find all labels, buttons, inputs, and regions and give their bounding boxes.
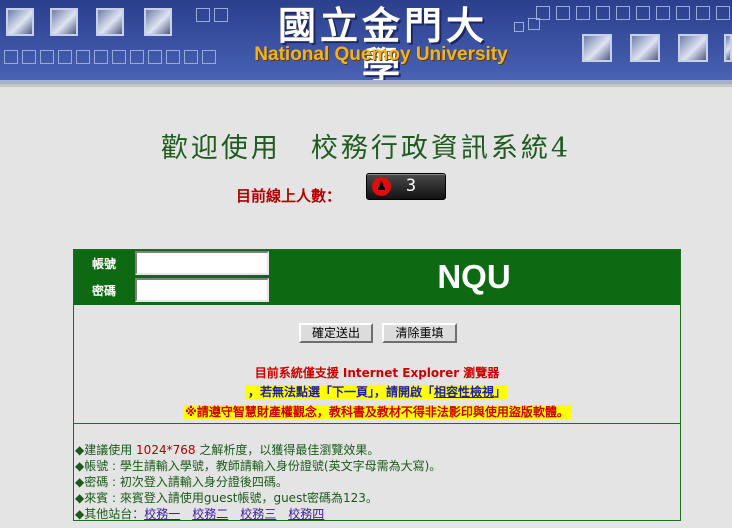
online-users-label: 目前線上人數： <box>236 187 342 205</box>
decor-square <box>616 6 630 20</box>
decor-square <box>696 6 710 20</box>
submit-button[interactable]: 確定送出 <box>299 323 373 343</box>
ip-warning: ※請遵守智慧財產權觀念，教科書及教材不得非法影印與使用盜版軟體。 <box>74 404 680 420</box>
decor-square <box>556 6 570 20</box>
account-input[interactable] <box>135 251 269 275</box>
resolution-value: 1024*768 <box>136 443 196 457</box>
campus-photo <box>6 8 34 36</box>
decor-square <box>58 50 72 64</box>
university-logo-chinese: 國立金門大學 <box>277 3 488 81</box>
decor-square <box>214 8 228 22</box>
decor-square <box>166 50 180 64</box>
resolution-prefix: ◆建議使用 <box>75 443 137 457</box>
decor-square <box>576 6 590 20</box>
decor-square <box>196 8 210 22</box>
password-label: 密碼 <box>92 284 117 298</box>
university-logo-english: National Quemoy University <box>254 44 508 65</box>
login-panel: 帳號 密碼 NQU 確定送出 清除重填 目前系統僅支援 Internet Exp… <box>73 249 681 521</box>
site-link-1[interactable]: 校務一 <box>144 507 180 521</box>
decor-square <box>148 50 162 64</box>
campus-photo <box>50 8 78 36</box>
page-title: 歡迎使用 校務行政資訊系統4 <box>160 133 572 164</box>
guest-tip: ◆來賓 : 來賓登入請使用guest帳號，guest密碼為123。 <box>75 491 378 505</box>
campus-photo <box>144 8 172 36</box>
password-input[interactable] <box>135 278 269 302</box>
university-banner: 國立金門大學 National Quemoy University <box>0 0 732 80</box>
other-sites-label: ◆其他站台： <box>75 507 145 521</box>
campus-photo <box>582 34 612 62</box>
login-form-bar: 帳號 密碼 NQU <box>74 250 680 305</box>
decor-square <box>716 6 730 20</box>
browser-support-notice: 目前系統僅支援 Internet Explorer 瀏覽器 <box>254 366 500 380</box>
decor-square <box>676 6 690 20</box>
resolution-suffix: 之解析度，以獲得最佳瀏覽效果。 <box>195 443 380 457</box>
decor-square <box>76 50 90 64</box>
decor-square <box>528 18 540 30</box>
banner-divider <box>0 84 732 87</box>
decor-square <box>4 50 18 64</box>
compatibility-view-link[interactable]: 相容性檢視 <box>434 385 494 399</box>
compat-prefix: ，若無法點選「下一頁」，請開啟「 <box>247 385 434 399</box>
user-icon: ♟ <box>372 177 391 196</box>
account-label: 帳號 <box>92 257 117 271</box>
password-tip: ◆密碼 : 初次登入請輸入身分證後四碼。 <box>75 475 288 489</box>
panel-divider <box>74 423 680 424</box>
decor-square <box>22 50 36 64</box>
decor-square <box>130 50 144 64</box>
decor-square <box>184 50 198 64</box>
campus-photo <box>724 34 732 62</box>
decor-square <box>514 22 524 32</box>
site-link-4[interactable]: 校務四 <box>288 507 324 521</box>
decor-square <box>596 6 610 20</box>
online-users-counter: ♟ 3 <box>366 173 446 200</box>
decor-square <box>202 50 216 64</box>
campus-photo <box>630 34 660 62</box>
compatibility-notice: ，若無法點選「下一頁」，請開啟「相容性檢視」 <box>74 384 680 400</box>
resolution-tip: ◆建議使用 1024*768 之解析度，以獲得最佳瀏覽效果。 <box>75 442 379 458</box>
decor-square <box>656 6 670 20</box>
campus-photo <box>678 34 708 62</box>
online-users-count: 3 <box>405 176 417 196</box>
decor-square <box>112 50 126 64</box>
compat-suffix: 」 <box>494 385 507 399</box>
decor-square <box>40 50 54 64</box>
other-sites: ◆其他站台：校務一 校務二 校務三 校務四 <box>75 506 336 522</box>
site-link-2[interactable]: 校務二 <box>192 507 228 521</box>
campus-photo <box>96 8 124 36</box>
account-tip: ◆帳號 : 學生請輸入學號，教師請輸入身份證號(英文字母需為大寫)。 <box>75 459 442 473</box>
decor-square <box>94 50 108 64</box>
reset-button[interactable]: 清除重填 <box>382 323 457 343</box>
ip-warning-text: ※請遵守智慧財產權觀念，教科書及教材不得非法影印與使用盜版軟體。 <box>183 405 571 419</box>
decor-square <box>636 6 650 20</box>
nqu-brand: NQU <box>437 258 511 295</box>
site-link-3[interactable]: 校務三 <box>240 507 276 521</box>
